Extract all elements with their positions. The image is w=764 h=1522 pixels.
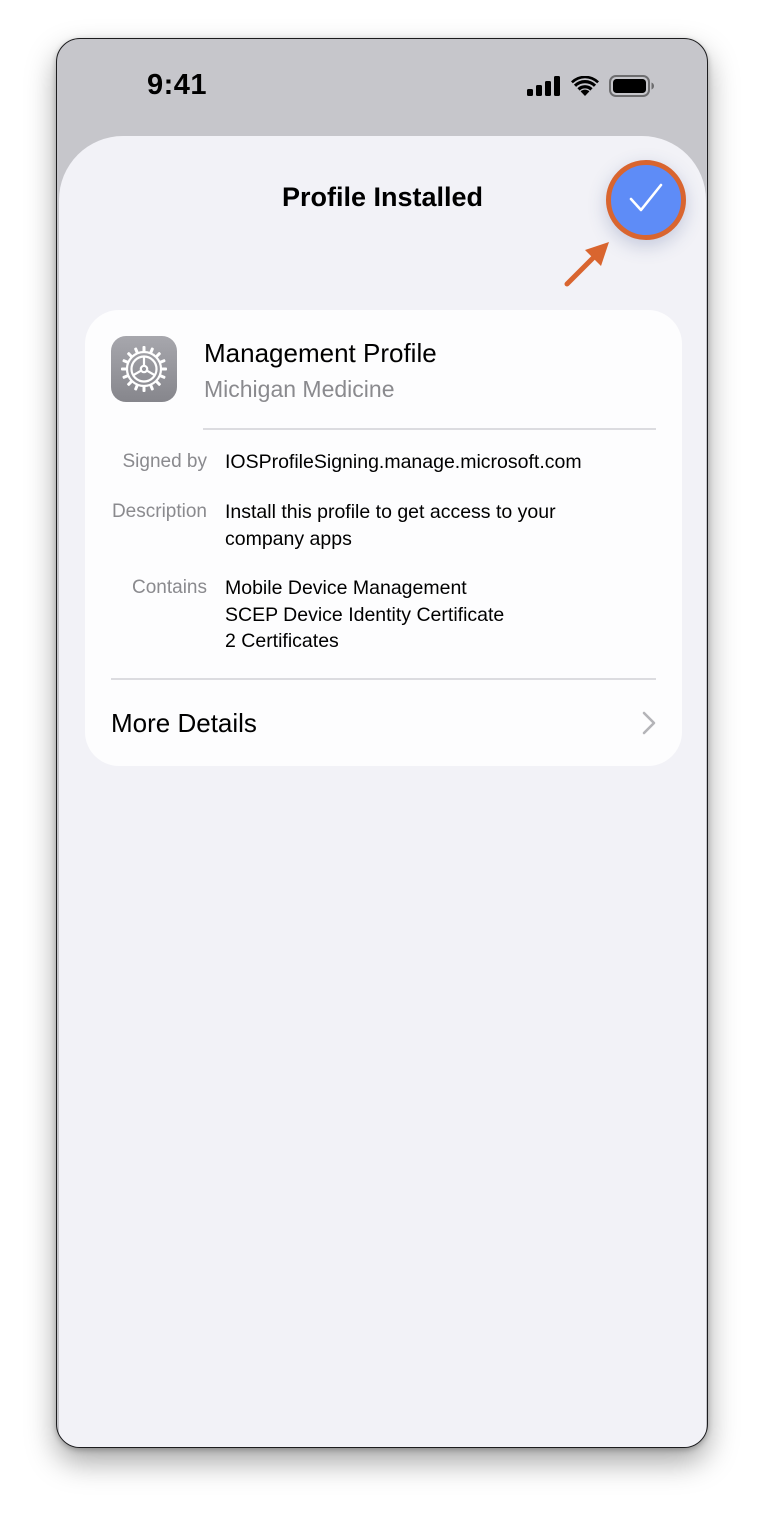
more-details-label: More Details bbox=[111, 708, 257, 738]
more-details-row[interactable]: More Details bbox=[85, 680, 682, 766]
chevron-right-icon bbox=[642, 711, 656, 735]
contains-item: 2 Certificates bbox=[225, 630, 339, 652]
phone-frame: 9:41 Profile Installed Management Profil… bbox=[56, 38, 708, 1448]
description-label: Description bbox=[111, 501, 207, 522]
status-icons bbox=[527, 75, 655, 102]
contains-item: Mobile Device Management bbox=[225, 577, 467, 599]
contains-item: SCEP Device Identity Certificate bbox=[225, 603, 505, 626]
profile-organization: Michigan Medicine bbox=[204, 376, 395, 402]
annotation-arrow-icon bbox=[559, 236, 619, 296]
status-bar: 9:41 bbox=[57, 39, 707, 137]
checkmark-icon bbox=[628, 182, 664, 219]
description-value: Install this profile to get access to yo… bbox=[225, 501, 556, 550]
profile-card: Management Profile Michigan Medicine Sig… bbox=[85, 310, 682, 766]
divider bbox=[203, 428, 656, 430]
contains-label: Contains bbox=[132, 577, 207, 598]
gear-settings-icon bbox=[111, 336, 177, 402]
profile-name: Management Profile bbox=[204, 338, 437, 368]
done-button[interactable] bbox=[606, 160, 686, 240]
cellular-signal-icon bbox=[527, 76, 561, 101]
battery-icon bbox=[609, 75, 655, 102]
status-time: 9:41 bbox=[147, 69, 208, 101]
contains-value: Mobile Device Management SCEP Device Ide… bbox=[225, 575, 645, 655]
profile-installed-sheet: Profile Installed Management Profile Mic… bbox=[59, 136, 706, 1447]
wifi-icon bbox=[571, 75, 599, 102]
signed-by-label: Signed by bbox=[122, 451, 207, 472]
signed-by-value: IOSProfileSigning.manage.microsoft.com bbox=[225, 451, 582, 473]
